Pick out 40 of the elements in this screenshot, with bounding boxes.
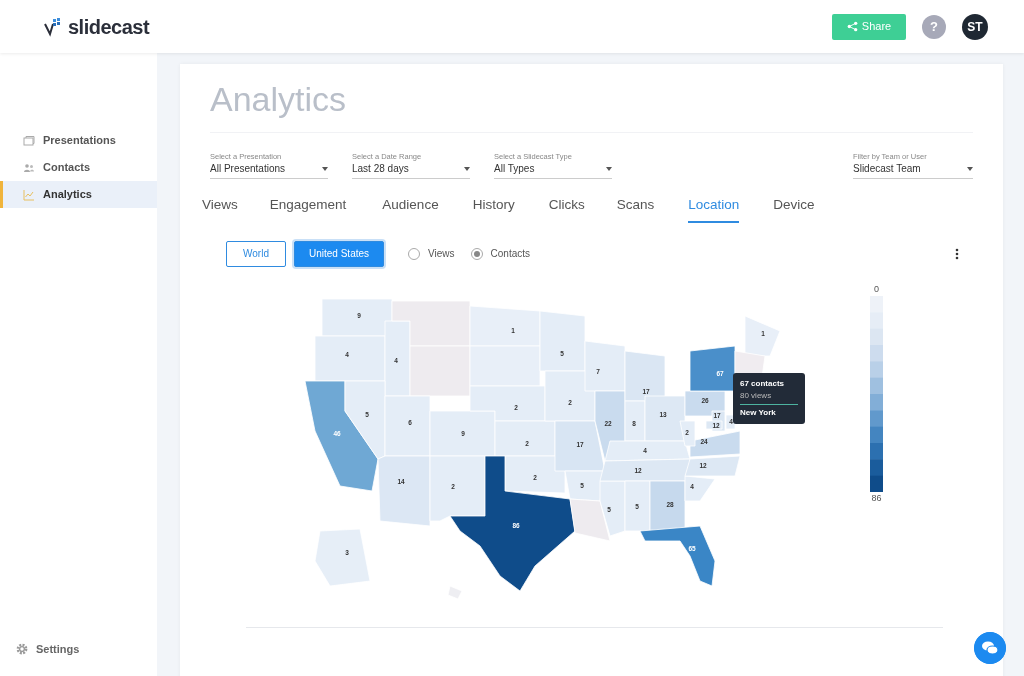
- tab[interactable]: Audience: [382, 195, 439, 223]
- logo-wordmark: slidecast: [68, 14, 150, 40]
- tab[interactable]: Location: [688, 195, 740, 223]
- more-options-icon[interactable]: [955, 247, 959, 260]
- caret-icon: [464, 166, 470, 171]
- settings-link[interactable]: Settings: [36, 640, 80, 658]
- region-toggle-button[interactable]: World: [226, 240, 286, 267]
- people-icon: [23, 161, 35, 174]
- tab[interactable]: Views: [202, 195, 238, 223]
- state-region[interactable]: [429, 455, 486, 521]
- state-region[interactable]: [705, 420, 723, 429]
- state-region[interactable]: [449, 455, 576, 591]
- caret-icon: [967, 166, 973, 171]
- tab[interactable]: Scans: [616, 195, 655, 223]
- folder-icon: [23, 134, 35, 147]
- tooltip-contacts: 67 contacts: [740, 377, 786, 390]
- legend-min: 0: [874, 282, 879, 296]
- radio-label: Contacts: [490, 247, 530, 261]
- state-region[interactable]: [725, 414, 736, 429]
- share-icon: [846, 21, 858, 32]
- sidebar-item[interactable]: Contacts: [0, 154, 157, 181]
- sidebar-item[interactable]: Presentations: [0, 127, 157, 154]
- region-toggle-button[interactable]: United States: [294, 240, 385, 267]
- page-title: Analytics: [210, 82, 973, 133]
- chart-icon: [23, 188, 35, 201]
- legend-max: 86: [871, 492, 882, 505]
- radio-label: Views: [428, 247, 455, 261]
- settings-icon: [16, 643, 28, 655]
- tab[interactable]: History: [472, 195, 515, 223]
- caret-icon: [322, 166, 328, 171]
- user-avatar[interactable]: ST: [962, 13, 988, 40]
- tooltip-views: 80 views: [740, 389, 773, 402]
- tab[interactable]: Device: [773, 195, 815, 223]
- tab[interactable]: Clicks: [548, 195, 585, 223]
- state-region[interactable]: [689, 345, 736, 391]
- tab[interactable]: Engagement: [269, 195, 347, 223]
- tooltip-state: New York: [740, 406, 777, 419]
- caret-icon: [606, 166, 612, 171]
- state-region[interactable]: [569, 498, 611, 541]
- sidebar-item[interactable]: Analytics: [0, 181, 157, 208]
